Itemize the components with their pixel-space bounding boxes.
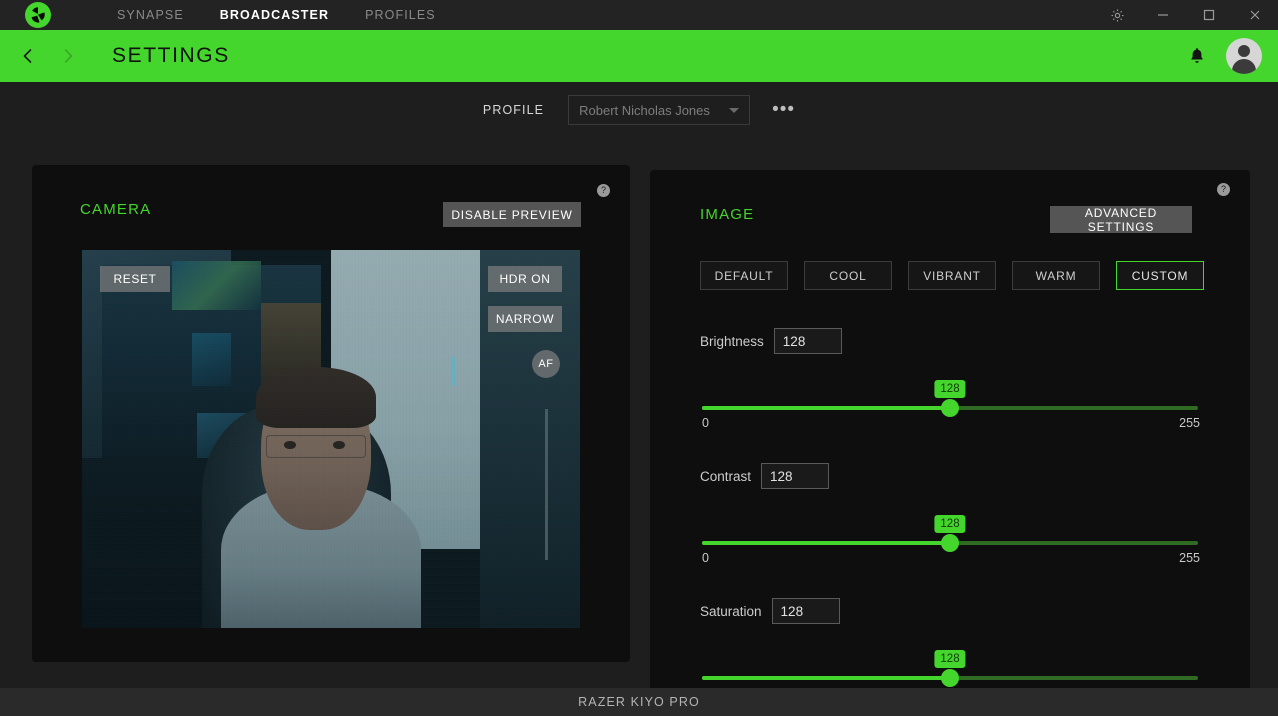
maximize-icon[interactable] xyxy=(1186,0,1232,30)
settings-gear-icon[interactable] xyxy=(1094,0,1140,30)
razer-logo-icon xyxy=(25,2,51,28)
page-title: SETTINGS xyxy=(112,44,230,67)
connected-device-label: RAZER KIYO PRO xyxy=(578,695,700,709)
saturation-control: Saturation 128 0 255 xyxy=(700,598,1200,700)
title-bar: SYNAPSE BROADCASTER PROFILES xyxy=(0,0,1278,30)
brightness-max-tick: 255 xyxy=(1179,416,1200,430)
image-panel-title: IMAGE xyxy=(700,206,755,223)
saturation-fill xyxy=(702,676,950,680)
header-nav xyxy=(8,36,88,76)
image-preset-group: DEFAULT COOL VIBRANT WARM CUSTOM xyxy=(700,261,1204,290)
preset-cool[interactable]: COOL xyxy=(804,261,892,290)
user-avatar-icon[interactable] xyxy=(1226,38,1262,74)
saturation-input[interactable] xyxy=(771,598,840,624)
saturation-label: Saturation xyxy=(700,603,762,619)
image-help-icon[interactable]: ? xyxy=(1217,183,1230,196)
preview-hdr-toggle-button[interactable]: HDR ON xyxy=(488,266,562,292)
contrast-thumb[interactable] xyxy=(941,534,959,552)
preview-autofocus-button[interactable]: AF xyxy=(532,350,560,378)
chevron-down-icon xyxy=(729,107,740,113)
brightness-input[interactable] xyxy=(773,328,842,354)
contrast-row: Contrast xyxy=(700,463,1200,489)
profile-bar: PROFILE Robert Nicholas Jones ••• xyxy=(0,82,1278,138)
contrast-max-tick: 255 xyxy=(1179,551,1200,565)
app-window: SYNAPSE BROADCASTER PROFILES SETTINGS PR… xyxy=(0,0,1278,716)
close-icon[interactable] xyxy=(1232,0,1278,30)
contrast-value-badge: 128 xyxy=(934,515,966,533)
page-header: SETTINGS xyxy=(0,30,1278,82)
saturation-row: Saturation xyxy=(700,598,1200,624)
contrast-control: Contrast 128 0 255 xyxy=(700,463,1200,565)
minimize-icon[interactable] xyxy=(1140,0,1186,30)
header-actions xyxy=(1184,30,1262,82)
brightness-min-tick: 0 xyxy=(702,416,709,430)
tab-broadcaster[interactable]: BROADCASTER xyxy=(202,0,347,30)
tab-profiles[interactable]: PROFILES xyxy=(347,0,454,30)
back-button[interactable] xyxy=(8,36,48,76)
window-controls xyxy=(1094,0,1278,30)
preview-fov-button[interactable]: NARROW xyxy=(488,306,562,332)
camera-help-icon[interactable]: ? xyxy=(597,184,610,197)
preset-custom[interactable]: CUSTOM xyxy=(1116,261,1204,290)
camera-panel-title: CAMERA xyxy=(80,201,152,218)
profile-selected-value: Robert Nicholas Jones xyxy=(579,102,710,118)
camera-preview[interactable]: RESET HDR ON NARROW AF xyxy=(82,250,580,628)
preset-default[interactable]: DEFAULT xyxy=(700,261,788,290)
brightness-row: Brightness xyxy=(700,328,1200,354)
preset-warm[interactable]: WARM xyxy=(1012,261,1100,290)
profile-label: PROFILE xyxy=(482,103,545,117)
forward-button[interactable] xyxy=(48,36,88,76)
contrast-input[interactable] xyxy=(761,463,830,489)
advanced-settings-button[interactable]: ADVANCED SETTINGS xyxy=(1050,206,1192,234)
preview-reset-button[interactable]: RESET xyxy=(100,266,170,292)
brightness-thumb[interactable] xyxy=(941,399,959,417)
saturation-thumb[interactable] xyxy=(941,669,959,687)
contrast-min-tick: 0 xyxy=(702,551,709,565)
saturation-value-badge: 128 xyxy=(934,650,966,668)
status-bar: RAZER KIYO PRO xyxy=(0,688,1278,716)
profile-dropdown[interactable]: Robert Nicholas Jones xyxy=(568,95,751,125)
notification-bell-icon[interactable] xyxy=(1184,43,1210,69)
avatar-head xyxy=(1238,45,1250,57)
tab-synapse[interactable]: SYNAPSE xyxy=(99,0,202,30)
brightness-label: Brightness xyxy=(700,333,764,349)
brightness-fill xyxy=(702,406,950,410)
preset-vibrant[interactable]: VIBRANT xyxy=(908,261,996,290)
profile-more-button[interactable]: ••• xyxy=(772,100,795,119)
brightness-slider[interactable]: 128 0 255 xyxy=(700,380,1200,430)
contrast-slider[interactable]: 128 0 255 xyxy=(700,515,1200,565)
brightness-value-badge: 128 xyxy=(934,380,966,398)
brightness-control: Brightness 128 0 255 xyxy=(700,328,1200,430)
avatar-body xyxy=(1232,59,1256,74)
disable-preview-button[interactable]: DISABLE PREVIEW xyxy=(443,202,581,227)
contrast-fill xyxy=(702,541,950,545)
contrast-label: Contrast xyxy=(700,468,752,484)
main-nav-tabs: SYNAPSE BROADCASTER PROFILES xyxy=(99,0,454,30)
